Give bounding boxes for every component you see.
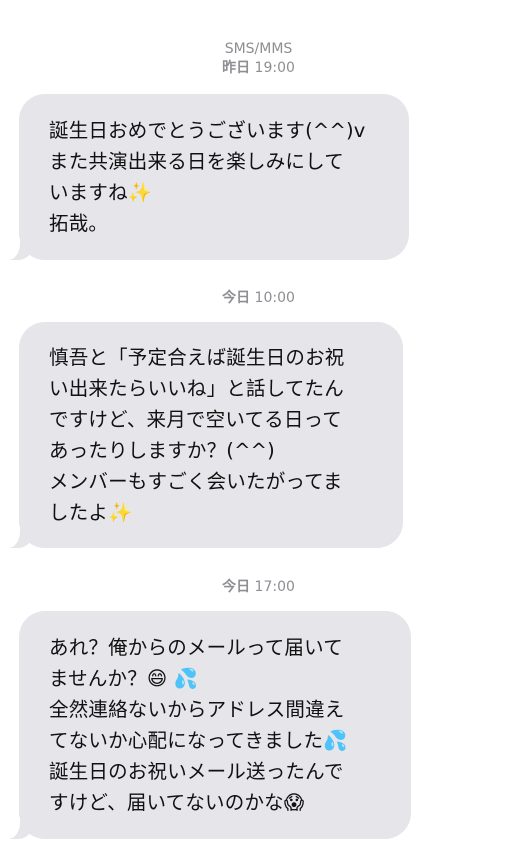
bubble-tail [2,238,36,260]
message-bubble-incoming[interactable]: あれ？俺からのメールって届いて ませんか？😄 💦 全然連絡ないからアドレス間違え… [2,611,411,839]
timestamp-time: 17:00 [254,579,295,595]
bubble-tail [2,526,36,548]
message-line: いますね✨ [49,181,153,204]
timestamp-day: 今日 [222,579,251,595]
timestamp: 今日 17:00 [0,578,517,596]
message-bubble-incoming[interactable]: 誕生日おめでとうございます(^^)v また共演出来る日を楽しみにして いますね✨… [2,94,409,260]
channel-label: SMS/MMS [224,41,293,57]
timestamp-time: 10:00 [254,290,295,306]
message-line: 拓哉。 [49,212,109,235]
message-line: てないか心配になってきました💦 [49,729,348,752]
message-bubble-incoming[interactable]: 慎吾と「予定合えば誕生日のお祝 い出来たらいいね」と話してたん ですけど、来月で… [2,322,403,548]
bubble-tail [2,817,36,839]
message-line: すけど、届いてないのかな😱 [49,791,305,814]
timestamp-day: 今日 [222,290,251,306]
timestamp: 昨日 19:00 [0,59,517,77]
message-line: ですけど、来月で空いてる日って [49,408,342,431]
message-line: 全然連絡ないからアドレス間違え [49,698,345,721]
message-line: 誕生日のお祝いメール送ったんで [49,760,344,783]
message-line: メンバーもすごく会いたがってま [49,470,343,493]
message-thread: { "thread": { "channel_label": "SMS/MMS"… [0,0,517,855]
message-line: また共演出来る日を楽しみにして [49,150,344,173]
message-line: 誕生日おめでとうございます(^^)v [49,119,366,142]
timestamp-day: 昨日 [222,60,251,76]
message-line: ませんか？😄 💦 [49,667,199,690]
message-line: い出来たらいいね」と話してたん [49,377,344,400]
message-line: あったりしますか？(^^) [49,439,275,462]
timestamp-time: 19:00 [254,60,295,76]
message-line: 慎吾と「予定合えば誕生日のお祝 [49,346,345,369]
message-line: したよ✨ [49,501,133,524]
timestamp: 今日 10:00 [0,289,517,307]
message-line: あれ？俺からのメールって届いて [49,636,343,659]
